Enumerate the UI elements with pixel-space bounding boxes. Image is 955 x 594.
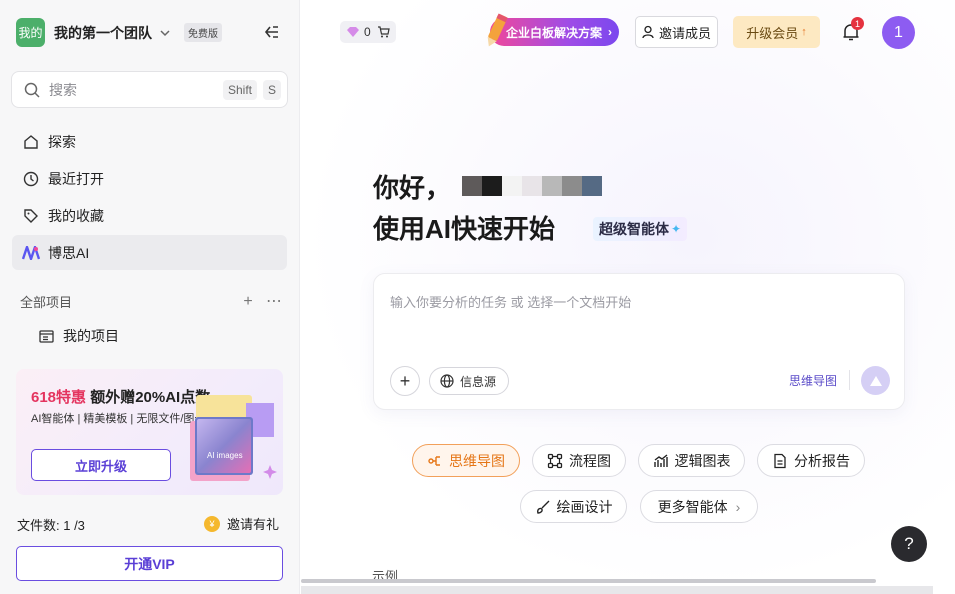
brush-icon: [535, 499, 551, 515]
projects-header: 全部项目 + ⋯: [20, 292, 282, 311]
info-source-button[interactable]: 信息源: [429, 367, 510, 395]
sidebar-item-label: 最近打开: [48, 170, 104, 187]
chevron-right-icon: ›: [608, 25, 613, 39]
send-button[interactable]: [861, 366, 890, 395]
upgrade-membership-label: 升级会员: [746, 25, 799, 41]
invite-reward-label: 邀请有礼: [227, 517, 280, 532]
chip-label: 更多智能体: [657, 498, 728, 515]
add-attachment-button[interactable]: +: [390, 366, 420, 396]
promo-banner[interactable]: 618特惠 额外赠20%AI点数 AI智能体 | 精美模板 | 无限文件/图元 …: [16, 369, 283, 495]
pencil-icon: [487, 13, 508, 47]
team-name: 我的第一个团队: [54, 24, 152, 41]
sidebar-item-explore[interactable]: 探索: [12, 124, 287, 159]
chip-logic-chart[interactable]: 逻辑图表: [638, 444, 745, 477]
sidebar-item-label: 探索: [48, 133, 76, 150]
upgrade-membership-button[interactable]: 升级会员 ↑: [733, 16, 820, 48]
team-switcher[interactable]: 我的 我的第一个团队 免费版: [16, 18, 222, 47]
arrow-up-icon: ↑: [801, 26, 807, 38]
help-button[interactable]: ?: [891, 526, 927, 562]
horizontal-scrollbar[interactable]: [301, 579, 876, 583]
sidebar-nav: 探索 最近打开 我的收藏 博思AI: [12, 124, 287, 272]
boardmix-ai-logo-icon: [22, 244, 40, 262]
search-input[interactable]: 搜索 Shift S: [11, 71, 288, 108]
chip-label: 分析报告: [794, 452, 850, 469]
divider: [849, 370, 850, 390]
main-area: 0 企业白板解决方案 › 邀请成员 升级会员 ↑ 1 1 你好， 使用AI快速开…: [301, 0, 955, 594]
chip-label: 思维导图: [449, 452, 505, 469]
super-agent-tag: 超级智能体 ✦: [593, 217, 688, 241]
prompt-box[interactable]: 输入你要分析的任务 或 选择一个文档开始 + 信息源 思维导图: [373, 273, 905, 410]
promo-illustration: AI images: [188, 395, 280, 489]
sidebar-item-boardmix-ai[interactable]: 博思AI: [12, 235, 287, 270]
report-icon: [772, 453, 788, 469]
shortcut-key: Shift: [222, 79, 257, 100]
points-count: 0: [364, 25, 371, 39]
chip-drawing-design[interactable]: 绘画设计: [520, 490, 627, 523]
clock-icon: [22, 170, 40, 188]
promo-subtitle: AI智能体 | 精美模板 | 无限文件/图元: [31, 413, 206, 425]
chevron-down-icon: [158, 26, 172, 40]
gem-icon: [347, 27, 359, 37]
cart-icon: [377, 26, 390, 38]
shortcut-key: S: [262, 79, 281, 100]
promo-art-text: AI images: [207, 451, 243, 460]
tag-icon: [22, 207, 40, 225]
notification-badge: 1: [851, 17, 864, 30]
chip-label: 流程图: [569, 452, 611, 469]
team-avatar: 我的: [16, 18, 45, 47]
promo-title-highlight: 618特惠: [31, 389, 87, 406]
sidebar: 我的 我的第一个团队 免费版 搜索 Shift S 探索 最近打开 我的收藏 博…: [0, 0, 300, 594]
globe-icon: [440, 374, 454, 388]
search-icon: [24, 82, 40, 98]
add-project-icon[interactable]: +: [240, 293, 256, 310]
more-icon[interactable]: ⋯: [266, 293, 282, 310]
chip-analysis-report[interactable]: 分析报告: [757, 444, 865, 477]
prompt-input[interactable]: 输入你要分析的任务 或 选择一个文档开始: [390, 292, 631, 311]
file-count: 文件数: 1 /3: [17, 518, 85, 533]
chip-mindmap[interactable]: 思维导图: [412, 444, 520, 477]
open-vip-button[interactable]: 开通VIP: [16, 546, 283, 581]
greeting: 你好，: [373, 173, 452, 203]
sidebar-item-label: 博思AI: [48, 244, 90, 261]
flowchart-icon: [547, 453, 563, 469]
masked-username: [462, 176, 602, 196]
collapse-sidebar-icon[interactable]: [262, 22, 282, 42]
enterprise-solution-button[interactable]: 企业白板解决方案 ›: [487, 13, 619, 47]
mode-selector[interactable]: 思维导图: [789, 372, 837, 389]
send-icon: [869, 375, 882, 386]
chevron-right-icon: ›: [735, 498, 741, 515]
scrollbar-track: [301, 586, 933, 594]
chip-flowchart[interactable]: 流程图: [532, 444, 626, 477]
chip-more-agents[interactable]: 更多智能体 ›: [640, 490, 758, 523]
invite-members-label: 邀请成员: [658, 25, 711, 41]
plan-badge: 免费版: [184, 23, 222, 42]
sparkle-icon: ✦: [671, 222, 682, 236]
project-item-label: 我的项目: [63, 328, 119, 344]
search-placeholder: 搜索: [49, 81, 77, 98]
invite-members-button[interactable]: 邀请成员: [635, 16, 718, 48]
chart-icon: [653, 453, 669, 469]
sidebar-item-recent[interactable]: 最近打开: [12, 161, 287, 196]
super-agent-label: 超级智能体: [599, 221, 669, 237]
invite-reward-link[interactable]: ¥ 邀请有礼: [204, 514, 279, 533]
coin-icon: ¥: [204, 515, 220, 532]
user-avatar[interactable]: 1: [882, 16, 915, 49]
info-source-label: 信息源: [460, 374, 497, 389]
sidebar-item-favorites[interactable]: 我的收藏: [12, 198, 287, 233]
mindmap-icon: [427, 453, 443, 469]
hero-subtitle: 使用AI快速开始: [373, 214, 556, 244]
upgrade-now-button[interactable]: 立即升级: [31, 449, 171, 481]
home-icon: [22, 133, 40, 151]
project-item[interactable]: 我的项目: [37, 326, 119, 346]
sidebar-item-label: 我的收藏: [48, 207, 104, 224]
promo-title: 618特惠 额外赠20%AI点数: [31, 386, 210, 407]
projects-header-label: 全部项目: [20, 295, 73, 310]
chip-label: 逻辑图表: [674, 452, 731, 469]
folder-icon: [37, 327, 55, 345]
points-widget[interactable]: 0: [340, 21, 396, 43]
user-icon: [642, 25, 654, 39]
enterprise-label: 企业白板解决方案: [506, 25, 603, 40]
chip-label: 绘画设计: [556, 498, 613, 515]
